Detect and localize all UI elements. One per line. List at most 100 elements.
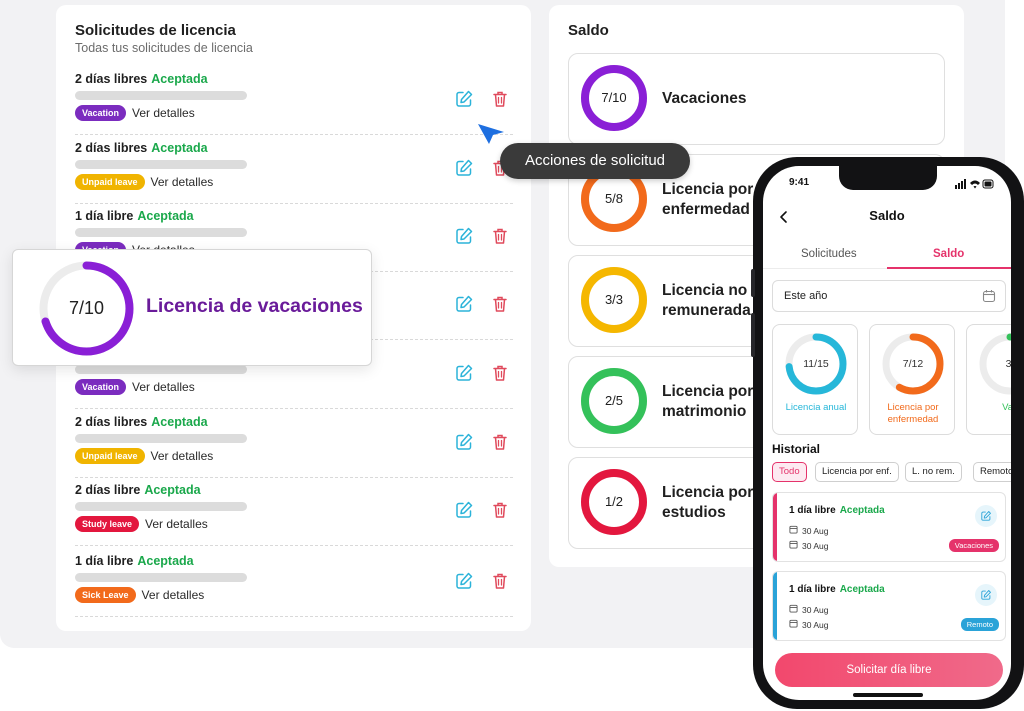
edit-icon[interactable] (975, 584, 997, 606)
edit-icon[interactable] (454, 363, 474, 383)
balance-card[interactable]: 7/10 Vacaciones (568, 53, 945, 145)
request-meta: Study leave Ver detalles (75, 516, 208, 532)
request-title: 1 día libre Aceptada (75, 554, 194, 568)
request-title: 2 días libres Aceptada (75, 72, 208, 86)
edit-icon[interactable] (975, 505, 997, 527)
callout-progress-ring: 7/10 (37, 259, 136, 358)
tab-saldo[interactable]: Saldo (933, 248, 964, 260)
edit-icon[interactable] (454, 571, 474, 591)
view-details-link[interactable]: Ver detalles (132, 380, 195, 394)
request-title: 2 días libres Aceptada (75, 415, 208, 429)
history-card[interactable]: 1 día libre Aceptada 30 Aug 30 Aug Remoto (772, 571, 1006, 641)
edit-icon[interactable] (454, 294, 474, 314)
history-accent-bar (773, 572, 777, 640)
calendar-icon (789, 525, 798, 536)
view-details-link[interactable]: Ver detalles (142, 588, 205, 602)
history-filter-chip[interactable]: Remoto (973, 462, 1011, 482)
balance-ring: 3/3 (580, 266, 648, 334)
request-days: 2 días libres (75, 415, 148, 429)
edit-icon[interactable] (454, 500, 474, 520)
balance-value: 7/10 (601, 90, 627, 105)
history-days: 1 día libre (789, 584, 836, 595)
history-filter-chip[interactable]: Todo (772, 462, 807, 482)
request-status: Aceptada (144, 483, 201, 497)
mini-balance-card[interactable]: 7/12 Licencia por enfermedad (869, 324, 955, 435)
tab-solicitudes[interactable]: Solicitudes (801, 248, 857, 260)
mini-balance-card[interactable]: 3/Vac (966, 324, 1011, 435)
requests-title: Solicitudes de licencia (75, 22, 236, 39)
request-status: Aceptada (151, 72, 208, 86)
edit-icon[interactable] (454, 226, 474, 246)
period-select[interactable]: Este año (772, 280, 1006, 312)
mini-balance-label: Vac (1002, 402, 1011, 413)
request-meta: Unpaid leave Ver detalles (75, 448, 213, 464)
request-placeholder-bar (75, 573, 247, 582)
history-date-to-text: 30 Aug (802, 540, 829, 551)
balance-value: 3/3 (604, 292, 624, 307)
leave-type-tag: Vacation (75, 105, 127, 121)
request-meta: Unpaid leave Ver detalles (75, 174, 213, 190)
history-tag: Remoto (960, 618, 999, 631)
calendar-icon (789, 540, 798, 551)
history-days: 1 día libre (789, 505, 836, 516)
history-date-from-text: 30 Aug (802, 525, 829, 536)
trash-icon[interactable] (490, 432, 510, 452)
phone-button (751, 269, 755, 297)
history-date-to: 30 Aug (789, 619, 828, 630)
view-details-link[interactable]: Ver detalles (145, 517, 208, 531)
edit-icon[interactable] (454, 158, 474, 178)
request-days: 2 días libre (75, 483, 141, 497)
history-date-to-text: 30 Aug (802, 619, 829, 630)
trash-icon[interactable] (490, 294, 510, 314)
request-row: 2 días libres Aceptada Vacation Ver detalle… (75, 67, 513, 135)
phone-title: Saldo (869, 208, 905, 223)
history-filter-chip[interactable]: Licencia por enf. (815, 462, 899, 482)
request-placeholder-bar (75, 91, 247, 100)
phone-notch (839, 166, 937, 190)
phone-button (751, 313, 755, 357)
request-day-off-button[interactable]: Solicitar día libre (775, 653, 1003, 687)
active-tab-indicator (887, 267, 1011, 269)
view-details-link[interactable]: Ver detalles (151, 449, 214, 463)
mini-balance-label: Licencia anual (785, 402, 847, 413)
history-card[interactable]: 1 día libre Aceptada 30 Aug 30 Aug Vacacione… (772, 492, 1006, 562)
history-filter-chip[interactable]: L. no rem. (905, 462, 962, 482)
status-icons (955, 179, 994, 189)
request-meta: Vacation Ver detalles (75, 379, 195, 395)
trash-icon[interactable] (490, 363, 510, 383)
request-title: 1 día libre Aceptada (75, 209, 194, 223)
history-date-from: 30 Aug (789, 604, 828, 615)
balance-label: Licencia por matrimonio (662, 383, 754, 420)
request-row: 2 días libres Aceptada Unpaid leave Ver det… (75, 410, 513, 478)
balance-value: 1/2 (604, 494, 624, 509)
trash-icon[interactable] (490, 89, 510, 109)
history-date-from-text: 30 Aug (802, 604, 829, 615)
request-placeholder-bar (75, 160, 247, 169)
callout-label: Licencia de vacaciones (146, 295, 363, 317)
leave-type-tag: Vacation (75, 379, 127, 395)
edit-icon[interactable] (454, 432, 474, 452)
callout-value: 7/10 (68, 298, 105, 318)
trash-icon[interactable] (490, 226, 510, 246)
mini-balance-card[interactable]: 11/15 Licencia anual (772, 324, 858, 435)
trash-icon[interactable] (490, 571, 510, 591)
history-date-from: 30 Aug (789, 525, 828, 536)
history-title: Historial (772, 442, 821, 456)
history-title: 1 día libre Aceptada (789, 505, 885, 516)
request-status: Aceptada (137, 209, 194, 223)
balance-ring: 1/2 (580, 468, 648, 536)
leave-type-tag: Sick Leave (75, 587, 136, 603)
request-days: 1 día libre (75, 209, 134, 223)
trash-icon[interactable] (490, 500, 510, 520)
period-select-value: Este año (784, 290, 828, 302)
history-title: 1 día libre Aceptada (789, 584, 885, 595)
history-tag: Vacaciones (948, 539, 999, 552)
calendar-icon (982, 290, 996, 303)
cursor-pointer-icon (478, 124, 504, 144)
edit-icon[interactable] (454, 89, 474, 109)
history-status: Aceptada (839, 505, 885, 516)
view-details-link[interactable]: Ver detalles (132, 106, 195, 120)
balance-label: Licencia no remunerada (662, 282, 751, 319)
view-details-link[interactable]: Ver detalles (151, 175, 214, 189)
leave-type-tag: Study leave (75, 516, 140, 532)
